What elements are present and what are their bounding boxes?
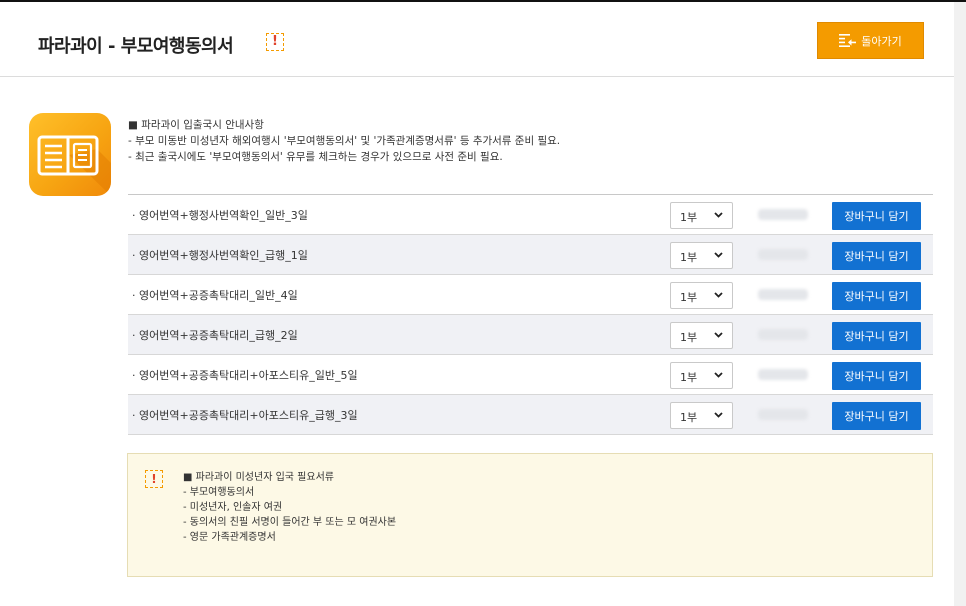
quantity-select[interactable]: 1부 — [670, 362, 733, 389]
quantity-value: 1부 — [680, 291, 698, 304]
chevron-down-icon — [714, 212, 723, 218]
notice-heading: ■ 파라과이 입출국시 안내사항 — [128, 119, 264, 131]
quantity-select[interactable]: 1부 — [670, 322, 733, 349]
chevron-down-icon — [714, 252, 723, 258]
product-row: · 영어번역+행정사번역확인_일반_3일 1부 장바구니 담기 — [128, 195, 933, 235]
product-name: · 영어번역+행정사번역확인_일반_3일 — [132, 209, 308, 222]
list-back-arrow-icon — [839, 34, 857, 47]
price-blurred — [758, 289, 808, 300]
chevron-down-icon — [714, 292, 723, 298]
quantity-select[interactable]: 1부 — [670, 402, 733, 429]
quantity-select[interactable]: 1부 — [670, 242, 733, 269]
product-row: · 영어번역+공증촉탁대리+아포스티유_급행_3일 1부 장바구니 담기 — [128, 395, 933, 435]
requirement-item: - 부모여행동의서 — [183, 487, 255, 498]
product-name: · 영어번역+공증촉탁대리_일반_4일 — [132, 289, 298, 302]
scrollbar[interactable] — [954, 2, 966, 606]
price-blurred — [758, 249, 808, 260]
back-button[interactable]: 돌아가기 — [817, 22, 924, 59]
paraguay-notice: ■ 파라과이 입출국시 안내사항 - 부모 미동반 미성년자 해외여행시 '부모… — [128, 117, 560, 165]
add-to-cart-button[interactable]: 장바구니 담기 — [832, 202, 921, 230]
requirements-heading: ■ 파라과이 미성년자 입국 필요서류 — [183, 472, 334, 483]
requirement-item: - 동의서의 친필 서명이 들어간 부 또는 모 여권사본 — [183, 517, 397, 528]
alert-icon: ! — [145, 470, 163, 488]
quantity-value: 1부 — [680, 411, 698, 424]
product-row: · 영어번역+공증촉탁대리+아포스티유_일반_5일 1부 장바구니 담기 — [128, 355, 933, 395]
price-blurred — [758, 209, 808, 220]
chevron-down-icon — [714, 372, 723, 378]
chevron-down-icon — [714, 332, 723, 338]
required-documents-box: ! ■ 파라과이 미성년자 입국 필요서류 - 부모여행동의서 - 미성년자, … — [127, 453, 933, 577]
quantity-value: 1부 — [680, 331, 698, 344]
add-to-cart-button[interactable]: 장바구니 담기 — [832, 362, 921, 390]
requirement-item: - 영문 가족관계증명서 — [183, 532, 276, 543]
requirement-item: - 미성년자, 인솔자 여권 — [183, 502, 283, 513]
page-title: 파라과이 - 부모여행동의서 — [38, 36, 234, 57]
product-row: · 영어번역+공증촉탁대리_급행_2일 1부 장바구니 담기 — [128, 315, 933, 355]
add-to-cart-button[interactable]: 장바구니 담기 — [832, 242, 921, 270]
product-name: · 영어번역+공증촉탁대리+아포스티유_일반_5일 — [132, 369, 358, 382]
price-blurred — [758, 329, 808, 340]
add-to-cart-button[interactable]: 장바구니 담기 — [832, 322, 921, 350]
price-blurred — [758, 409, 808, 420]
quantity-value: 1부 — [680, 251, 698, 264]
price-blurred — [758, 369, 808, 380]
product-row: · 영어번역+공증촉탁대리_일반_4일 1부 장바구니 담기 — [128, 275, 933, 315]
page-header: 파라과이 - 부모여행동의서 ! 돌아가기 — [0, 2, 966, 77]
notice-line: - 최근 출국시에도 '부모여행동의서' 유무를 체크하는 경우가 있으므로 사… — [128, 151, 503, 163]
alert-icon: ! — [266, 33, 284, 51]
open-book-document-icon — [29, 113, 111, 196]
quantity-value: 1부 — [680, 211, 698, 224]
quantity-select[interactable]: 1부 — [670, 202, 733, 229]
back-button-label: 돌아가기 — [861, 34, 902, 48]
quantity-select[interactable]: 1부 — [670, 282, 733, 309]
add-to-cart-button[interactable]: 장바구니 담기 — [832, 402, 921, 430]
product-name: · 영어번역+공증촉탁대리_급행_2일 — [132, 329, 298, 342]
product-name: · 영어번역+행정사번역확인_급행_1일 — [132, 249, 308, 262]
quantity-value: 1부 — [680, 371, 698, 384]
chevron-down-icon — [714, 412, 723, 418]
notice-line: - 부모 미동반 미성년자 해외여행시 '부모여행동의서' 및 '가족관계증명서… — [128, 135, 561, 147]
add-to-cart-button[interactable]: 장바구니 담기 — [832, 282, 921, 310]
product-list: · 영어번역+행정사번역확인_일반_3일 1부 장바구니 담기 · 영어번역+행… — [128, 194, 933, 435]
required-documents-text: ■ 파라과이 미성년자 입국 필요서류 - 부모여행동의서 - 미성년자, 인솔… — [183, 470, 396, 545]
product-row: · 영어번역+행정사번역확인_급행_1일 1부 장바구니 담기 — [128, 235, 933, 275]
product-name: · 영어번역+공증촉탁대리+아포스티유_급행_3일 — [132, 409, 358, 422]
